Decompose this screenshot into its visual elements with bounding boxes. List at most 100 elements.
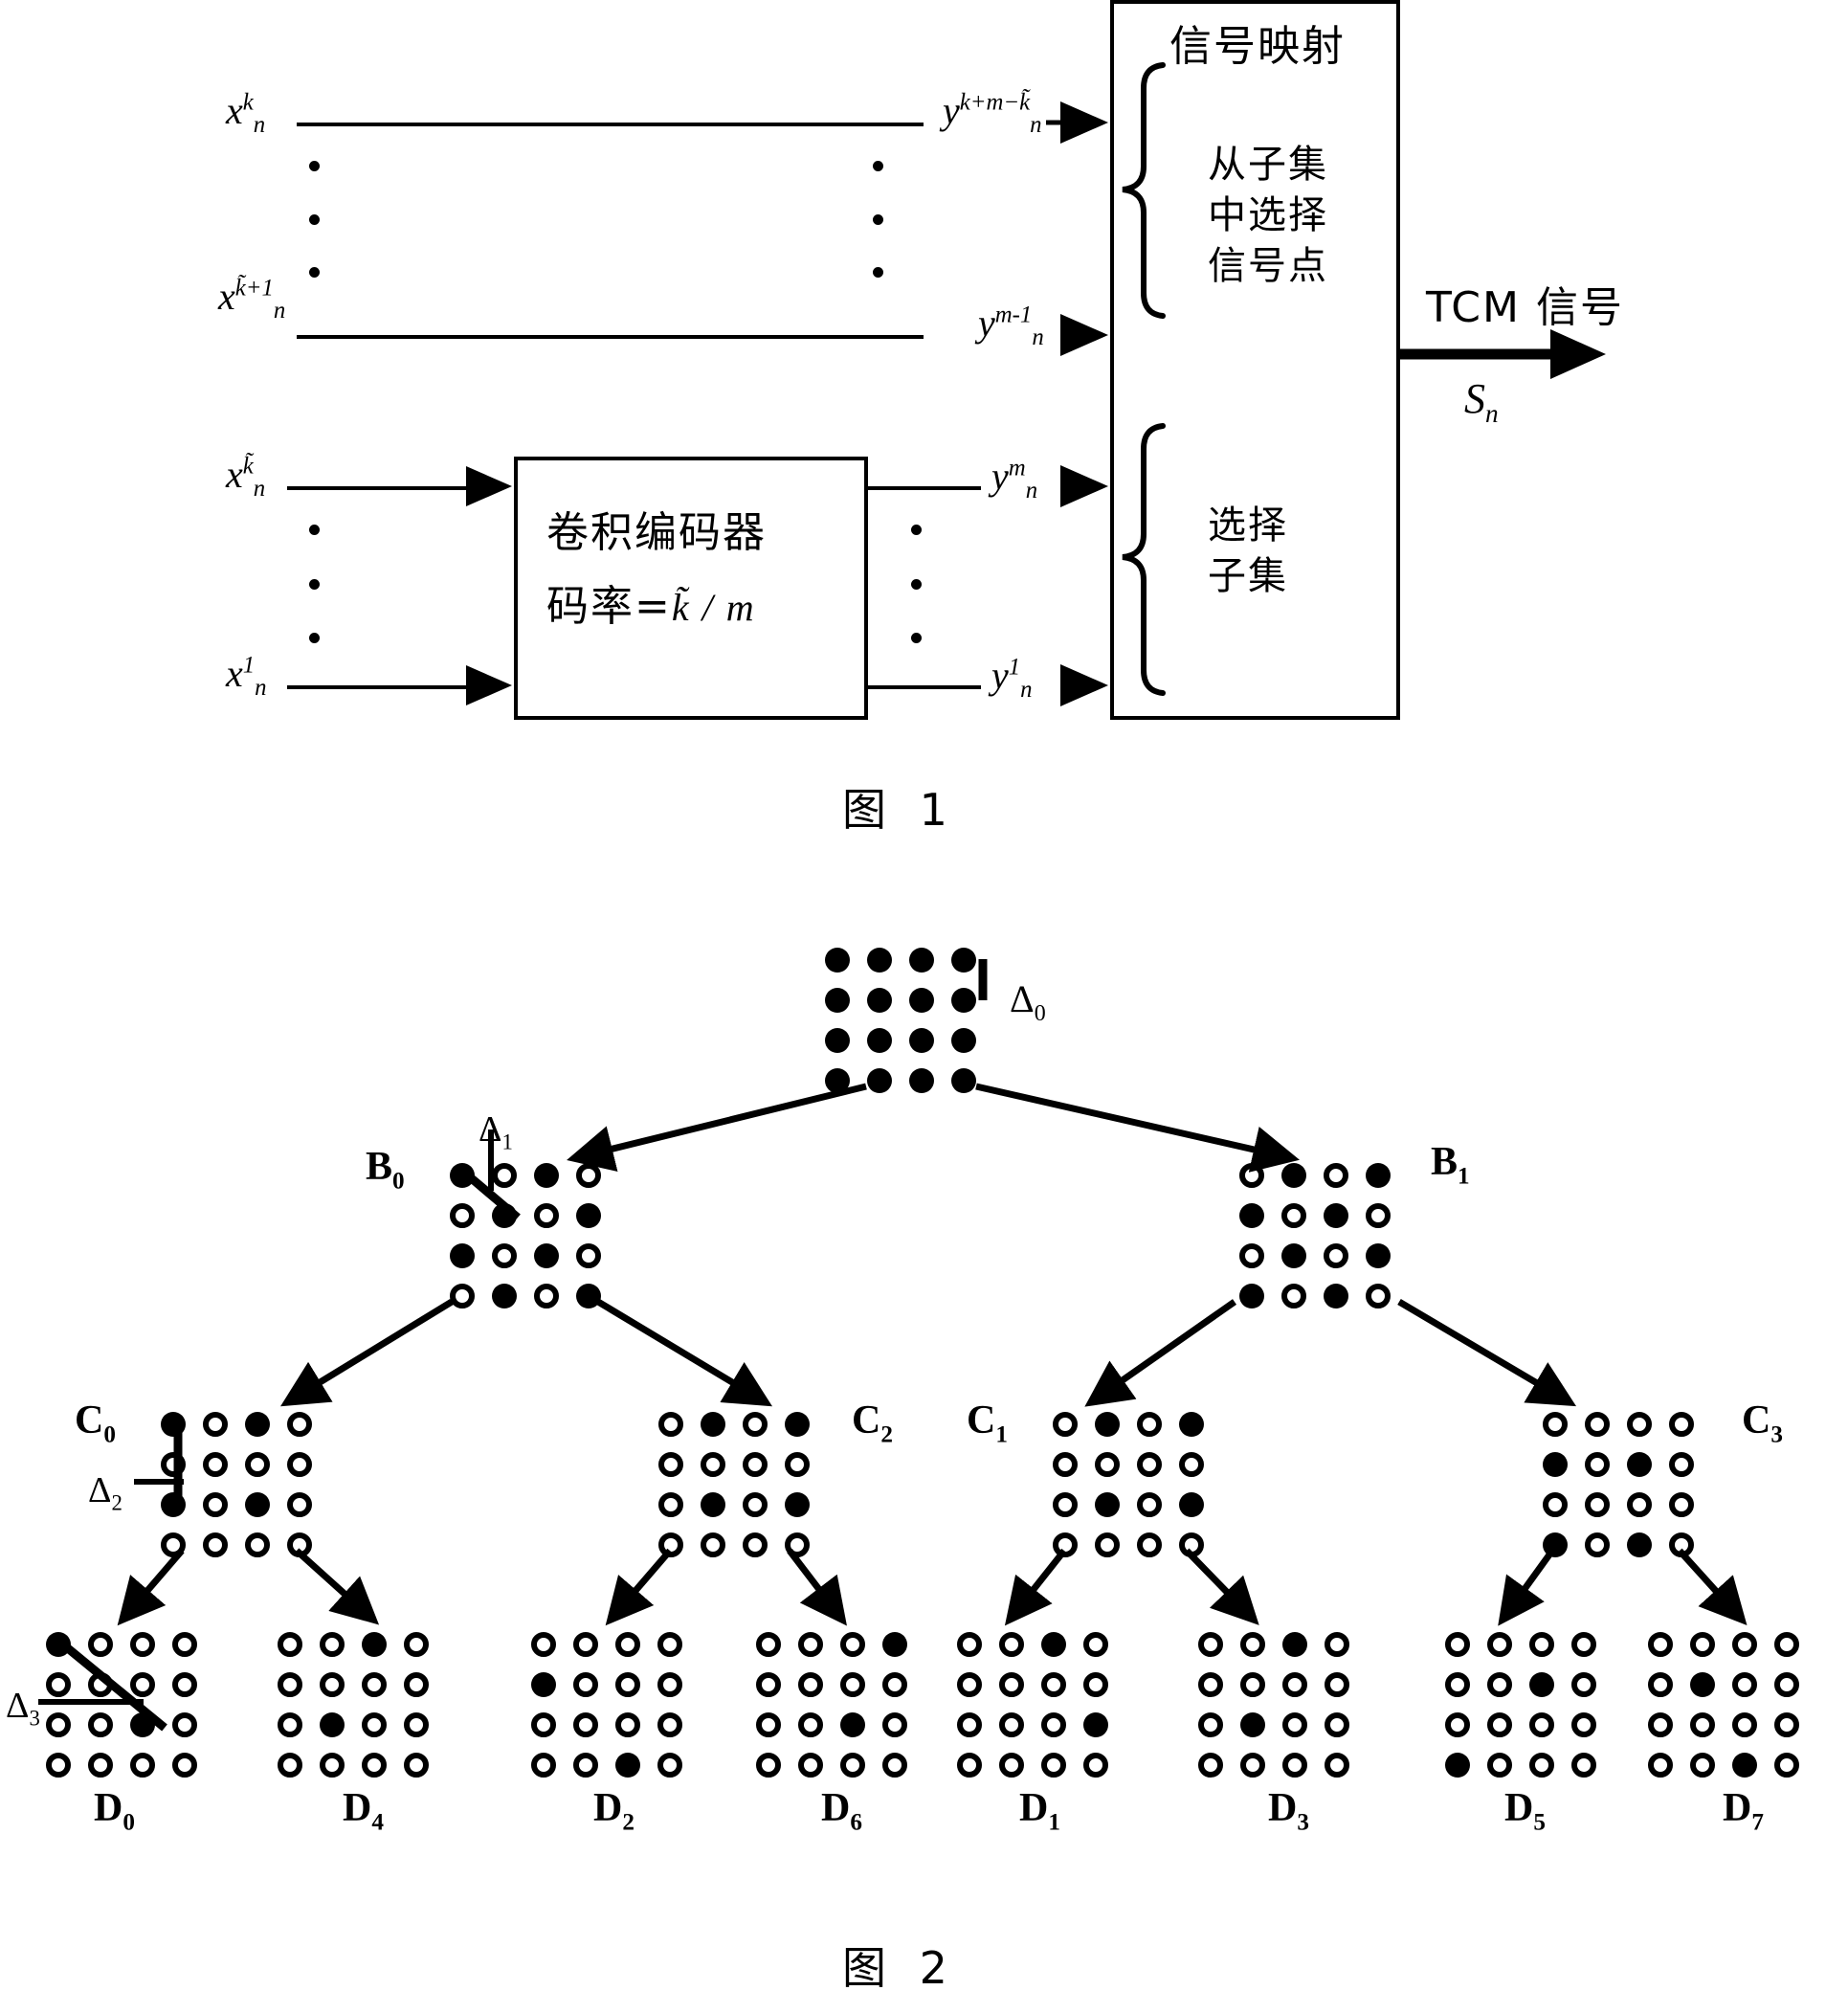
delta-0-label: Δ0: [1010, 977, 1046, 1026]
signal-point-open: [46, 1753, 71, 1778]
sub: n: [1485, 398, 1499, 428]
delta-1-label: Δ1: [479, 1109, 513, 1154]
constellation-C3: [1543, 1412, 1715, 1557]
signal-point-open: [450, 1284, 475, 1308]
signal-point-open: [615, 1712, 640, 1737]
signal-point-open: [658, 1532, 683, 1557]
label-D6: D6: [821, 1786, 862, 1836]
signal-point-open: [1669, 1452, 1694, 1477]
signal-point-open: [404, 1712, 429, 1737]
signal-point-filled: [909, 948, 934, 973]
signal-point-open: [1095, 1532, 1120, 1557]
label-D7: D7: [1723, 1786, 1764, 1836]
signal-point-open: [1669, 1412, 1694, 1437]
signal-point-open: [1239, 1163, 1264, 1188]
mapper-brace-top-line-3: 信号点: [1208, 244, 1328, 288]
encoder-rate-numerator: k̃: [671, 586, 691, 629]
signal-point-filled: [1324, 1203, 1348, 1228]
signal-point-open: [1198, 1672, 1223, 1697]
signal-point-filled: [1239, 1284, 1264, 1308]
signal-point-open: [172, 1632, 197, 1657]
signal-point-open: [1324, 1243, 1348, 1268]
input-label-x-1: x1n: [226, 652, 267, 701]
signal-point-open: [130, 1632, 155, 1657]
signal-point-open: [450, 1203, 475, 1228]
signal-point-open: [278, 1753, 302, 1778]
mapper-brace-top-line-2: 中选择: [1208, 193, 1328, 237]
signal-point-open: [1282, 1672, 1307, 1697]
signal-point-open: [882, 1672, 907, 1697]
sub: 1: [1458, 1163, 1470, 1190]
signal-point-open: [1690, 1632, 1715, 1657]
signal-point-filled: [1627, 1452, 1652, 1477]
signal-point-filled: [130, 1712, 155, 1737]
coded-output-line-bottom: [866, 685, 981, 689]
signal-point-open: [1198, 1632, 1223, 1657]
signal-point-filled: [1543, 1452, 1568, 1477]
sub: n: [253, 112, 266, 138]
signal-point-filled: [840, 1712, 865, 1737]
signal-point-filled: [1281, 1163, 1306, 1188]
label-D4: D4: [343, 1786, 384, 1836]
sup: k: [242, 89, 254, 116]
signal-point-open: [1179, 1532, 1204, 1557]
signal-point-open: [657, 1753, 682, 1778]
signal-point-filled: [1083, 1712, 1108, 1737]
signal-point-open: [203, 1492, 228, 1517]
coded-output-line-top: [866, 486, 981, 490]
output-label-y-m: ymn: [991, 455, 1038, 503]
signal-point-filled: [534, 1243, 559, 1268]
label-B0: B0: [366, 1145, 405, 1195]
signal-point-open: [161, 1532, 186, 1557]
delta-3-label: Δ3: [6, 1686, 40, 1731]
signal-point-open: [1690, 1712, 1715, 1737]
signal-point-filled: [867, 1068, 892, 1093]
signal-point-open: [1282, 1753, 1307, 1778]
constellation-B0: [450, 1163, 622, 1308]
signal-point-open: [1240, 1632, 1265, 1657]
signal-point-open: [1669, 1492, 1694, 1517]
signal-point-open: [88, 1712, 113, 1737]
signal-point-filled: [1366, 1163, 1391, 1188]
signal-point-open: [88, 1632, 113, 1657]
ellipsis-output-upper: [872, 161, 883, 278]
signal-point-open: [1053, 1492, 1078, 1517]
signal-point-open: [320, 1672, 345, 1697]
signal-point-filled: [1179, 1492, 1204, 1517]
figure-2-caption: 图 2: [842, 1942, 957, 1994]
signal-point-filled: [867, 1028, 892, 1053]
signal-point-open: [287, 1412, 312, 1437]
signal-point-open: [278, 1632, 302, 1657]
signal-point-open: [203, 1532, 228, 1557]
sub: 0: [1034, 1001, 1046, 1026]
signal-point-filled: [882, 1632, 907, 1657]
signal-point-filled: [1529, 1672, 1554, 1697]
ellipsis-input-upper: [308, 161, 320, 278]
signal-point-open: [320, 1753, 345, 1778]
signal-point-open: [756, 1672, 781, 1697]
signal-point-filled: [245, 1492, 270, 1517]
signal-point-open: [798, 1712, 823, 1737]
sub: n: [1025, 478, 1038, 503]
signal-point-filled: [46, 1632, 71, 1657]
signal-point-open: [1529, 1712, 1554, 1737]
signal-point-filled: [1281, 1243, 1306, 1268]
signal-point-filled: [161, 1412, 186, 1437]
sub: 2: [880, 1421, 893, 1448]
signal-point-open: [130, 1672, 155, 1697]
sub: n: [1020, 677, 1033, 703]
signal-point-open: [1366, 1203, 1391, 1228]
signal-point-open: [1137, 1532, 1162, 1557]
signal-point-open: [1487, 1672, 1512, 1697]
signal-point-open: [882, 1753, 907, 1778]
signal-point-open: [657, 1632, 682, 1657]
signal-point-open: [46, 1672, 71, 1697]
signal-point-filled: [1690, 1672, 1715, 1697]
signal-point-filled: [951, 948, 976, 973]
label-D3: D3: [1268, 1786, 1309, 1836]
signal-point-filled: [320, 1712, 345, 1737]
signal-point-filled: [909, 1068, 934, 1093]
signal-point-open: [531, 1632, 556, 1657]
label-B1: B1: [1431, 1140, 1470, 1190]
signal-point-open: [130, 1753, 155, 1778]
